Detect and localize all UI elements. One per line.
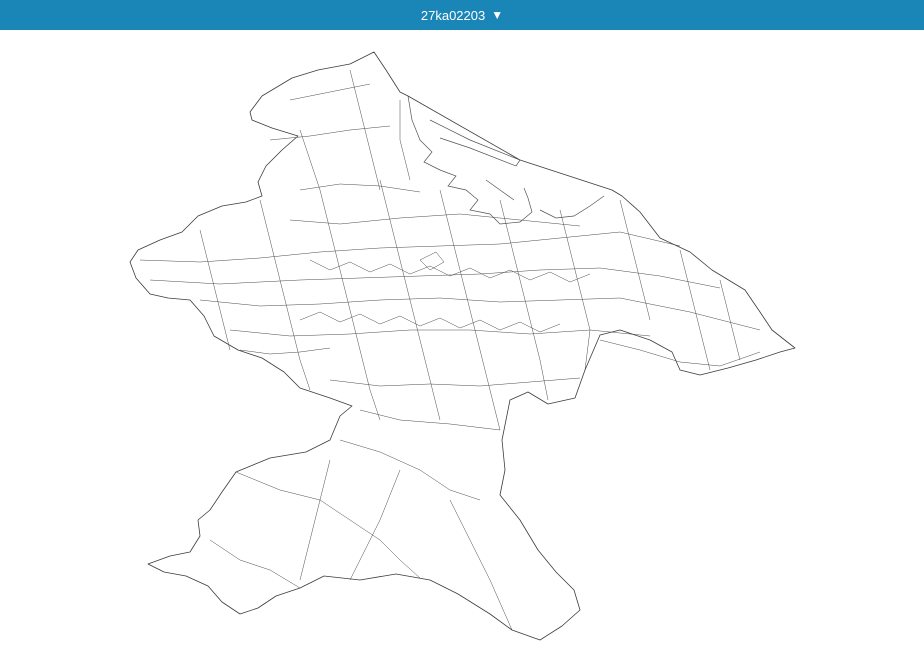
area-selector-label: 27ka02203 <box>420 7 486 23</box>
district-outer-boundary <box>129 51 796 641</box>
top-bar: 27ka02203 ▼ <box>0 0 924 30</box>
district-internal-boundaries <box>139 69 761 631</box>
triangle-down-icon: ▼ <box>491 8 504 22</box>
port-piers <box>407 95 605 225</box>
area-selector-dropdown[interactable]: 27ka02203 ▼ <box>421 8 503 23</box>
map-canvas[interactable] <box>0 30 924 660</box>
boundary-map <box>129 51 796 641</box>
